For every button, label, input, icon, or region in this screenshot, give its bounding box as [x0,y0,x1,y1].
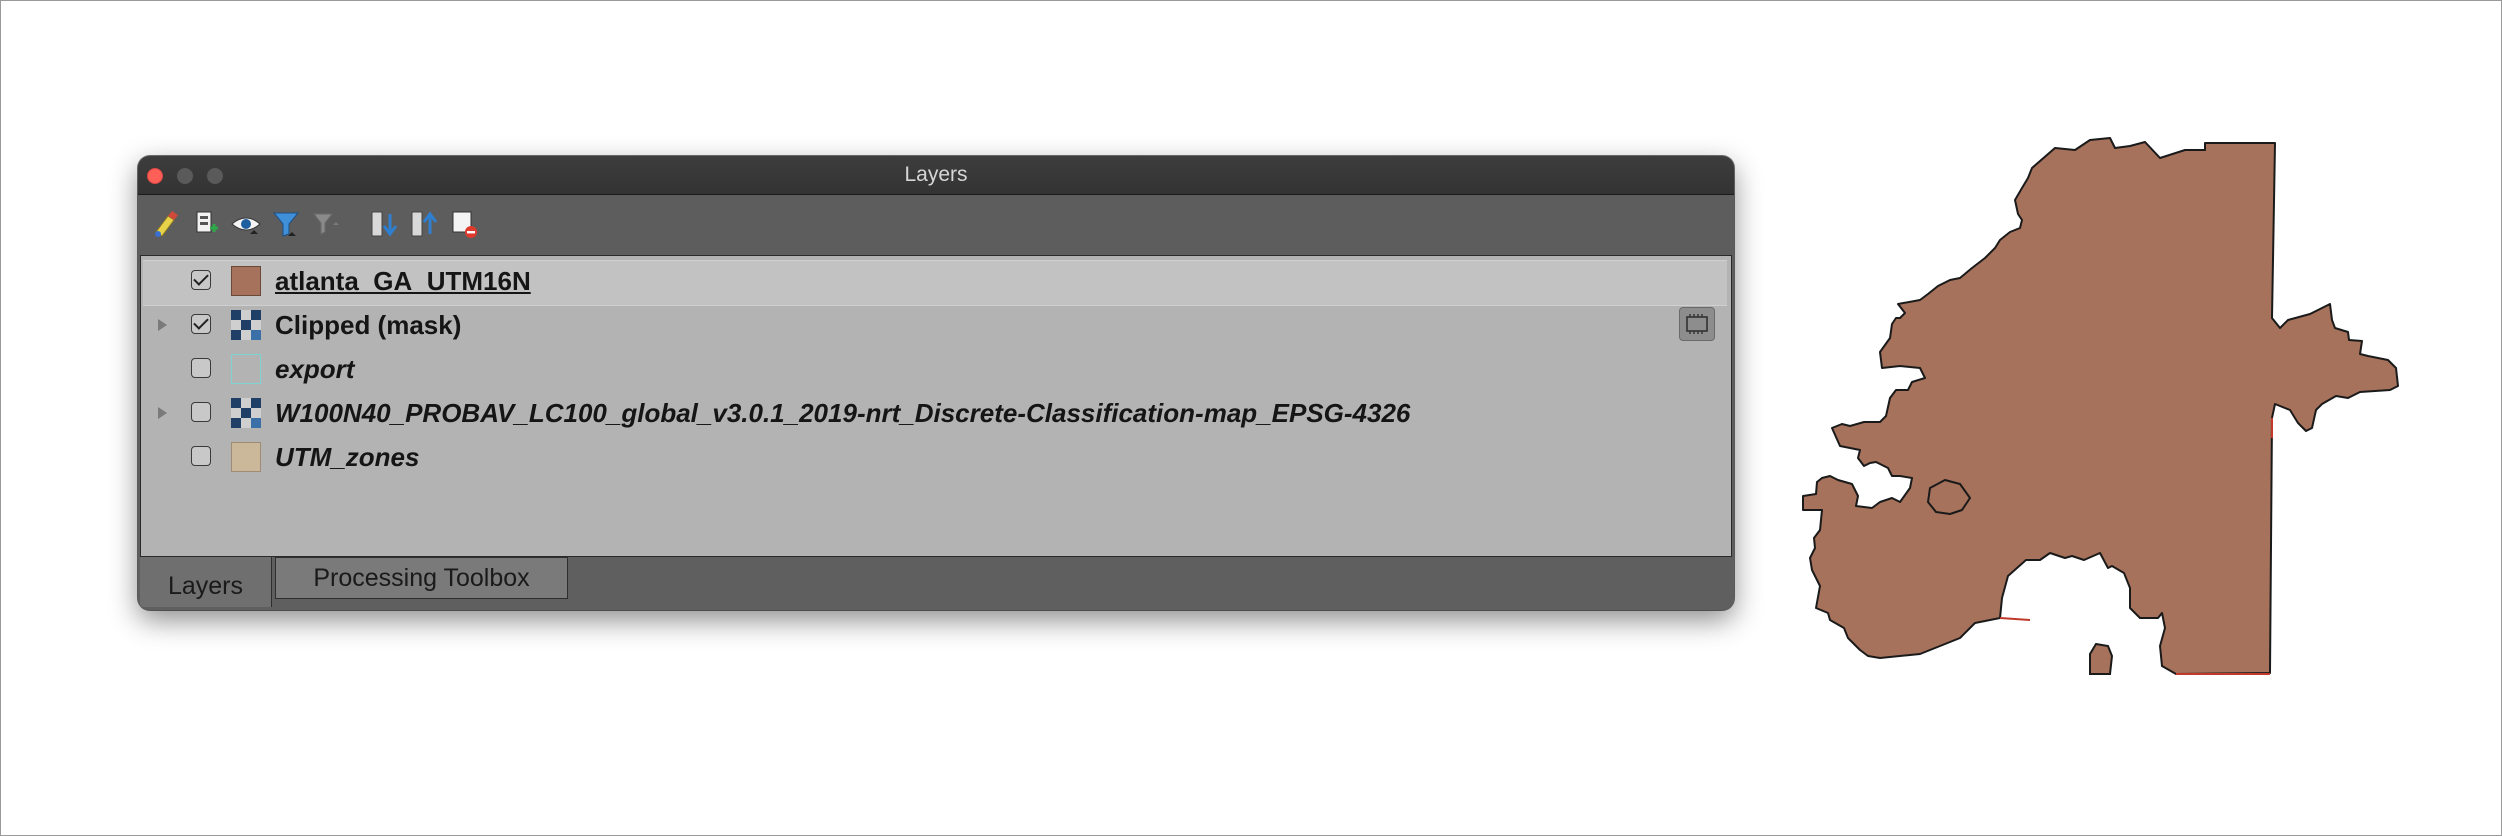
layer-name: atlanta_GA_UTM16N [275,266,531,296]
layer-name: UTM_zones [275,442,420,472]
layer-row-utm-zones[interactable]: UTM_zones [141,435,1731,479]
expand-arrow-icon[interactable] [158,407,167,419]
filter-legend-icon[interactable] [268,206,304,242]
polygon-symbol-icon[interactable] [231,354,261,384]
layers-toolbar [138,195,1734,253]
small-island-polygon[interactable] [2089,642,2114,675]
map-canvas[interactable] [1800,128,2420,688]
layer-visibility-checkbox[interactable] [191,358,211,378]
layer-row-export[interactable]: export [141,347,1731,391]
layer-visibility-checkbox[interactable] [191,446,211,466]
polygon-symbol-icon[interactable] [231,266,261,296]
title-bar[interactable]: Layers [138,156,1734,195]
style-manager-icon[interactable] [148,206,184,242]
raster-layer-icon [231,310,261,340]
layer-visibility-checkbox[interactable] [191,314,211,334]
window-title: Layers [904,163,968,186]
layer-name: Clipped (mask) [275,310,462,340]
layer-name: W100N40_PROBAV_LC100_global_v3.0.1_2019-… [275,398,1411,428]
layer-row-w100n40[interactable]: W100N40_PROBAV_LC100_global_v3.0.1_2019-… [141,391,1731,435]
visibility-icon[interactable] [228,206,264,242]
add-group-icon[interactable] [188,206,224,242]
raster-layer-icon [231,398,261,428]
expand-all-icon[interactable] [366,206,402,242]
panel-tab-bar: Layers Processing Toolbox [138,557,1734,610]
filter-by-expression-icon[interactable] [308,206,344,242]
remove-layer-icon[interactable] [446,206,482,242]
layer-options-icon[interactable] [1679,307,1715,341]
tab-processing-toolbox[interactable]: Processing Toolbox [275,557,568,599]
layer-row-atlanta[interactable]: atlanta_GA_UTM16N [141,259,1731,303]
layer-tree: atlanta_GA_UTM16N Clipped (mask) export [140,255,1732,557]
polygon-symbol-icon[interactable] [231,442,261,472]
tab-layers[interactable]: Layers [140,557,272,607]
layer-name: export [275,354,355,384]
layer-visibility-checkbox[interactable] [191,270,211,290]
expand-arrow-icon[interactable] [158,319,167,331]
atlanta-boundary-polygon[interactable] [1802,137,2399,675]
collapse-all-icon[interactable] [406,206,442,242]
layer-row-clipped[interactable]: Clipped (mask) [141,303,1731,347]
layers-panel-window: Layers atlanta_GA_UTM16N Clipped (mask) … [138,156,1734,610]
layer-visibility-checkbox[interactable] [191,402,211,422]
